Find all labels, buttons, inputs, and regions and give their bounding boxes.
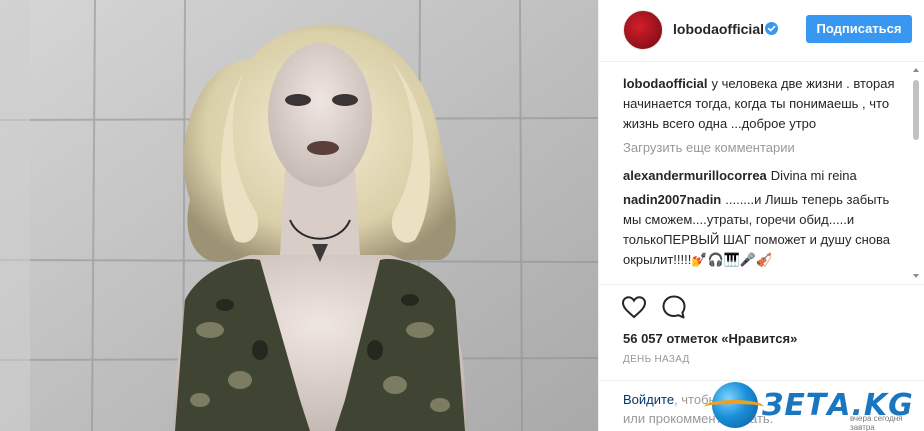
caption: lobodaofficial у человека две жизни . вто… [623,74,903,134]
load-more-comments-button[interactable]: Загрузить еще комментарии [623,138,903,158]
post-photo[interactable] [0,0,598,431]
comment-author[interactable]: nadin2007nadin [623,192,721,207]
scroll-down-arrow-icon[interactable] [913,274,919,278]
scroll-up-arrow-icon[interactable] [913,68,919,72]
photo-image [0,0,598,431]
login-link[interactable]: Войдите [623,392,674,407]
verified-badge-icon [765,22,778,35]
comment-author[interactable]: alexandermurillocorrea [623,168,767,183]
comments-scrollbar[interactable] [911,68,921,284]
post-side-panel: lobodaofficial Подписаться lobodaofficia… [598,0,924,431]
likes-count[interactable]: 56 057 отметок «Нравится» [623,331,797,346]
avatar[interactable] [623,10,663,50]
comment-item: nadin2007nadin ........и Лишь теперь забы… [623,190,903,270]
post-actions: 56 057 отметок «Нравится» ДЕНЬ НАЗАД [599,284,924,380]
speech-bubble-icon[interactable] [661,294,687,320]
caption-author[interactable]: lobodaofficial [623,76,708,91]
post-timestamp: ДЕНЬ НАЗАД [623,354,690,365]
instagram-post: lobodaofficial Подписаться lobodaofficia… [0,0,924,431]
username[interactable]: lobodaofficial [673,21,764,37]
comments-list: lobodaofficial у человека две жизни . вто… [599,74,917,284]
follow-button[interactable]: Подписаться [806,15,912,43]
swoosh-icon [704,400,764,414]
comment-text: Divina mi reina [770,168,857,183]
comment-item: alexandermurillocorrea Divina mi reina [623,166,903,186]
heart-outline-icon[interactable] [621,295,647,319]
post-header: lobodaofficial Подписаться [599,0,924,62]
watermark-tagline: вчера сегодня завтра [850,414,903,431]
scroll-thumb[interactable] [913,80,919,140]
watermark-logo: ЗЕТА.KG вчера сегодня завтра [700,376,924,431]
